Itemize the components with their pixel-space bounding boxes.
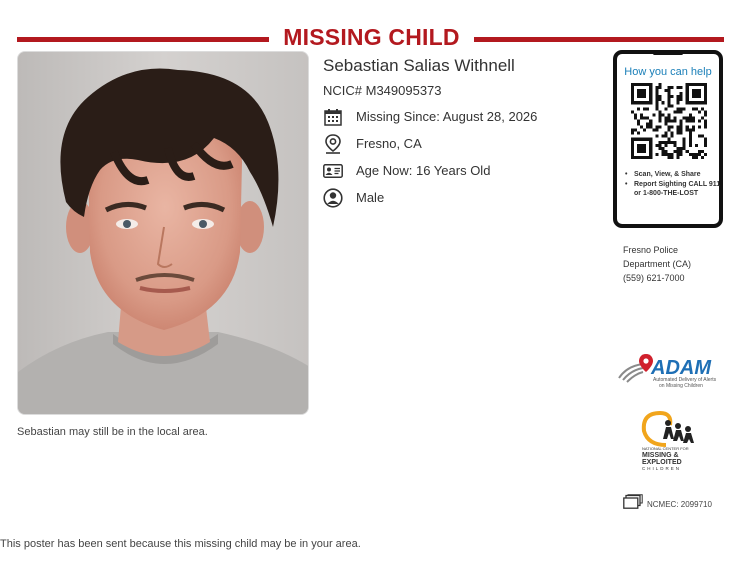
ncmec-logo: NATIONAL CENTER FOR MISSING & EXPLOITED … <box>641 411 694 471</box>
missing-since: Missing Since: August 28, 2026 <box>356 109 538 124</box>
ncmec-line3: EXPLOITED <box>642 459 682 466</box>
phone-notch <box>653 52 683 55</box>
help-list: Scan, View, & Share Report Sighting CALL… <box>625 170 721 199</box>
agency-phone: (559) 621-7000 <box>623 273 685 283</box>
missing-since-row: Missing Since: August 28, 2026 <box>323 107 537 127</box>
help-item-report: Report Sighting CALL 911 or 1-800-THE-LO… <box>625 180 721 198</box>
footer-note: This poster has been sent because this m… <box>0 538 361 550</box>
ncmec-id-row: NCMEC: 2099710 <box>623 494 712 514</box>
header-rule-left <box>17 37 269 42</box>
sex: Male <box>356 190 385 205</box>
agency-contact: Fresno Police Department (CA) (559) 621-… <box>623 243 691 285</box>
help-item-share: Scan, View, & Share <box>625 170 721 179</box>
adam-logo: ADAM Automated Delivery of Alerts on Mis… <box>618 354 717 389</box>
documents-icon <box>623 494 643 514</box>
how-you-can-help-card: How you can help Scan, View, & Share Rep… <box>613 50 723 228</box>
calendar-icon <box>323 107 343 127</box>
ncmec-line1: NATIONAL CENTER FOR <box>642 446 689 451</box>
age-now: Age Now: 16 Years Old <box>356 163 491 178</box>
adam-wordmark: ADAM <box>650 357 712 379</box>
ncmec-line2: MISSING & <box>642 452 679 459</box>
qr-code-icon[interactable] <box>631 83 707 159</box>
child-name: Sebastian Salias Withnell <box>323 56 515 75</box>
help-card-title: How you can help <box>624 66 712 78</box>
last-seen-location: Fresno, CA <box>356 136 422 151</box>
ncmec-case-number: NCMEC: 2099710 <box>647 499 712 509</box>
id-card-icon <box>323 161 343 181</box>
location-pin-icon <box>323 134 343 154</box>
sex-row: Male <box>323 188 384 208</box>
person-circle-icon <box>323 188 343 208</box>
header-rule-right <box>474 37 724 42</box>
ncic-number: NCIC# M349095373 <box>323 83 442 98</box>
child-photo <box>17 51 309 415</box>
age-row: Age Now: 16 Years Old <box>323 161 490 181</box>
agency-name-line2: Department (CA) <box>623 259 692 269</box>
ncmec-line4: CHILDREN <box>642 466 681 471</box>
agency-name-line1: Fresno Police <box>623 245 679 255</box>
adam-tagline-2: on Missing Children <box>659 383 703 389</box>
photo-caption: Sebastian may still be in the local area… <box>17 426 208 438</box>
poster-title: MISSING CHILD <box>283 24 460 50</box>
location-row: Fresno, CA <box>323 134 422 154</box>
